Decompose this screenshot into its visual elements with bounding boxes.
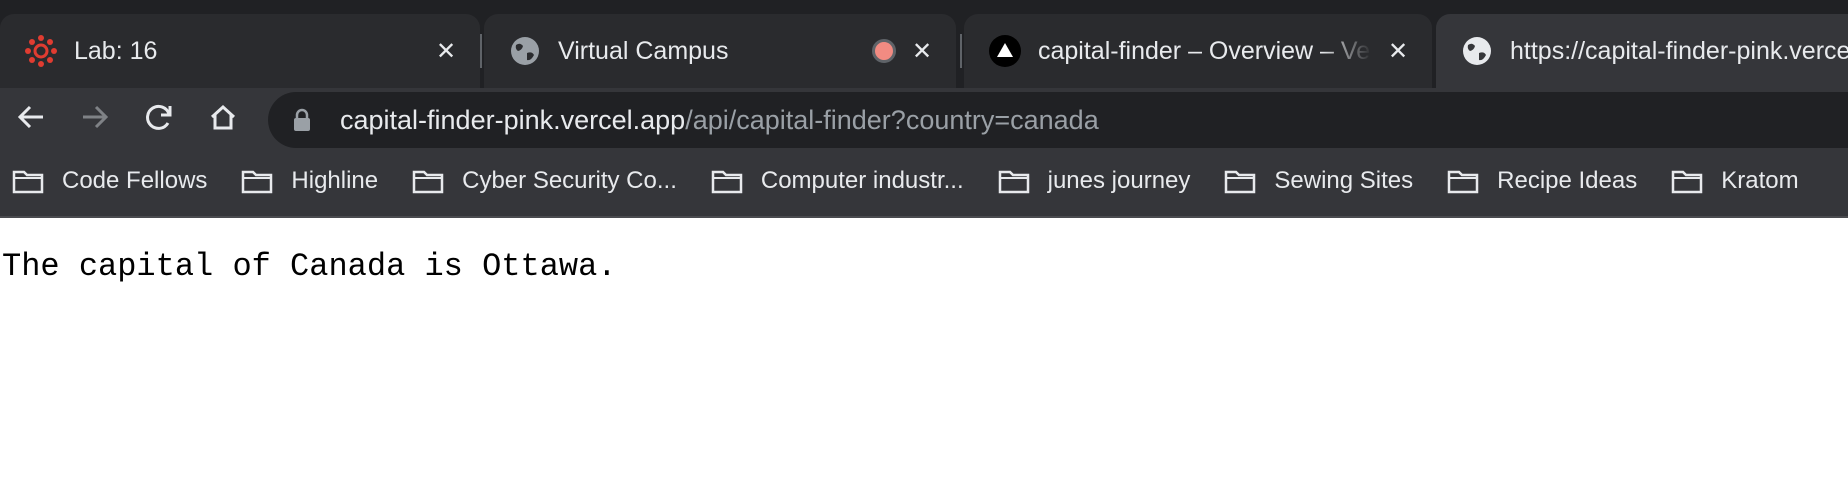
close-icon[interactable]: ✕: [908, 37, 936, 65]
tab-lab-16[interactable]: Lab: 16 ✕: [0, 14, 480, 88]
tab-title: Lab: 16: [74, 36, 158, 65]
tab-vercel-overview[interactable]: capital-finder – Overview – Vercel ✕: [964, 14, 1432, 88]
bookmark-label: Recipe Ideas: [1497, 167, 1638, 194]
url-path: /api/capital-finder?country=canada: [685, 104, 1099, 135]
bookmark-item[interactable]: Kratom: [1671, 167, 1799, 195]
bookmark-item[interactable]: Recipe Ideas: [1447, 167, 1637, 195]
response-text: The capital of Canada is Ottawa.: [2, 248, 617, 285]
bookmark-item[interactable]: Sewing Sites: [1224, 167, 1413, 195]
bookmark-label: Computer industr...: [760, 167, 964, 194]
home-icon[interactable]: [206, 100, 240, 134]
canvas-logo-icon: [24, 34, 58, 68]
bookmarks-bar: Code Fellows Highline Cyber Security Co...…: [0, 146, 1848, 218]
close-icon[interactable]: ✕: [1384, 37, 1412, 65]
bookmark-label: Highline: [291, 167, 379, 194]
folder-icon: [412, 168, 444, 194]
bookmark-item[interactable]: Highline: [241, 167, 378, 195]
bookmark-label: junes journey: [1047, 167, 1191, 194]
bookmark-item[interactable]: junes journey: [998, 167, 1191, 195]
globe-icon: [1460, 34, 1494, 68]
close-icon[interactable]: ✕: [432, 37, 460, 65]
folder-icon: [1671, 168, 1703, 194]
lock-icon[interactable]: [292, 108, 312, 132]
folder-icon: [1224, 168, 1256, 194]
url-host: capital-finder-pink.vercel.app: [340, 104, 686, 135]
tab-strip: Lab: 16 ✕ Virtual Campus ✕ capital-finde…: [0, 0, 1848, 88]
vercel-triangle-icon: [988, 34, 1022, 68]
bookmark-item[interactable]: Computer industr...: [711, 167, 964, 195]
globe-icon: [508, 34, 542, 68]
bookmark-label: Kratom: [1721, 167, 1799, 194]
browser-chrome: Lab: 16 ✕ Virtual Campus ✕ capital-finde…: [0, 0, 1848, 218]
folder-icon: [998, 168, 1030, 194]
bookmark-label: Code Fellows: [62, 167, 208, 194]
back-arrow-icon[interactable]: [14, 100, 48, 134]
folder-icon: [12, 168, 44, 194]
tab-title: https://capital-finder-pink.vercel.app/a…: [1510, 36, 1848, 65]
tab-divider: [480, 34, 482, 68]
toolbar: capital-finder-pink.vercel.app/api/capit…: [0, 88, 1848, 148]
folder-icon: [241, 168, 273, 194]
tab-title: capital-finder – Overview – Vercel: [1038, 36, 1372, 65]
bookmark-label: Cyber Security Co...: [462, 167, 677, 194]
reload-icon[interactable]: [142, 100, 176, 134]
address-bar[interactable]: capital-finder-pink.vercel.app/api/capit…: [268, 92, 1848, 148]
tab-divider: [960, 34, 962, 68]
bookmark-item[interactable]: Cyber Security Co...: [412, 167, 677, 195]
bookmark-label: Sewing Sites: [1274, 167, 1414, 194]
page-content: The capital of Canada is Ottawa.: [0, 218, 1848, 285]
bookmark-item[interactable]: Code Fellows: [12, 167, 207, 195]
tab-capital-finder-api[interactable]: https://capital-finder-pink.vercel.app/a…: [1436, 14, 1848, 88]
folder-icon: [711, 168, 743, 194]
recording-indicator-icon: [872, 39, 896, 63]
folder-icon: [1447, 168, 1479, 194]
tab-title: Virtual Campus: [558, 36, 729, 65]
forward-arrow-icon[interactable]: [78, 100, 112, 134]
tab-virtual-campus[interactable]: Virtual Campus ✕: [484, 14, 956, 88]
